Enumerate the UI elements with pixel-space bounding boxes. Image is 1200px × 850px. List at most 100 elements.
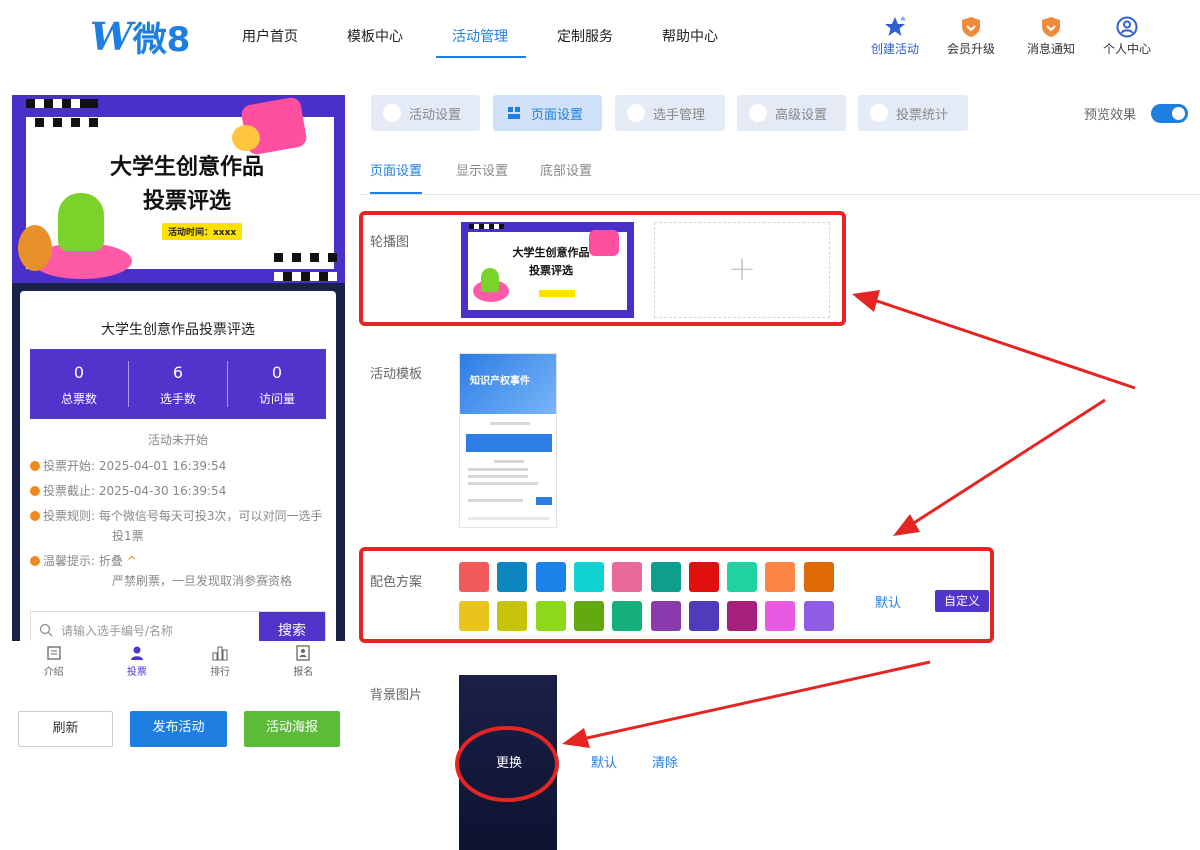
chevron-up-icon[interactable]: ^ xyxy=(123,554,137,568)
subtab-active-indicator xyxy=(370,192,422,194)
template-thumbnail[interactable]: 知识产权事件 xyxy=(459,353,557,528)
checker-decoration xyxy=(26,99,106,127)
profile-button[interactable]: 个人中心 xyxy=(1087,16,1167,57)
layout-icon xyxy=(505,104,523,122)
member-upgrade-button[interactable]: 会员升级 xyxy=(931,16,1011,57)
stat-contestants: 6 选手数 xyxy=(128,361,227,407)
nav-home[interactable]: 用户首页 xyxy=(242,26,298,46)
background-default-link[interactable]: 默认 xyxy=(591,752,617,771)
tab-vote[interactable]: 投票 xyxy=(95,641,178,687)
preview-banner: 大学生创意作品 投票评选 活动时间：xxxx xyxy=(12,95,345,283)
arrow-line xyxy=(905,398,1106,530)
banner-title: 大学生创意作品 投票评选 xyxy=(109,155,264,214)
template-thumb-title: 知识产权事件 xyxy=(470,376,530,387)
info-dot-icon xyxy=(30,461,40,471)
hand-illustration xyxy=(232,125,260,151)
create-activity-button[interactable]: 创建活动 xyxy=(855,16,935,57)
color-swatch[interactable] xyxy=(573,601,604,631)
preview-toggle[interactable] xyxy=(1151,104,1188,123)
color-swatch[interactable] xyxy=(727,562,758,592)
nav-help[interactable]: 帮助中心 xyxy=(662,26,718,46)
nav-activity-management[interactable]: 活动管理 xyxy=(452,26,508,46)
color-swatch[interactable] xyxy=(803,562,834,592)
tab-vote-statistics[interactable]: 投票统计 xyxy=(858,95,968,131)
tab-contestant-management[interactable]: 选手管理 xyxy=(615,95,725,131)
bell-icon xyxy=(1042,17,1060,37)
contestant-search: 请输入选手编号/名称 搜索 xyxy=(30,611,326,641)
color-swatch[interactable] xyxy=(459,562,489,592)
banner-time: 活动时间：xxxx xyxy=(162,223,243,240)
tab-page-settings[interactable]: 页面设置 xyxy=(493,95,602,131)
vote-start-row: 投票开始: 2025-04-01 16:39:54 xyxy=(30,456,226,476)
background-change-button[interactable]: 更换 xyxy=(496,752,522,771)
color-swatch[interactable] xyxy=(765,562,796,592)
carousel-label: 轮播图 xyxy=(370,235,410,250)
subtab-display-settings[interactable]: 显示设置 xyxy=(456,160,508,179)
template-label: 活动模板 xyxy=(370,367,423,382)
color-swatch[interactable] xyxy=(459,601,489,631)
color-swatch[interactable] xyxy=(535,562,566,592)
tab-ranking[interactable]: 排行 xyxy=(179,641,262,687)
brand-logo[interactable]: W 微8 xyxy=(90,14,190,60)
color-swatch[interactable] xyxy=(535,601,566,631)
publish-activity-button[interactable]: 发布活动 xyxy=(130,711,227,747)
user-icon xyxy=(1116,16,1138,38)
vote-rule-row: 投票规则: 每个微信号每天可投3次，可以对同一选手 投1票 xyxy=(30,506,330,546)
tab-advanced-settings[interactable]: 高级设置 xyxy=(737,95,846,131)
color-swatch[interactable] xyxy=(612,601,643,631)
subtab-page-settings[interactable]: 页面设置 xyxy=(370,160,422,179)
event-info-card: 大学生创意作品投票评选 0 总票数 6 选手数 0 访问量 活动未开始 投票开始… xyxy=(20,291,336,641)
profile-label: 个人中心 xyxy=(1102,42,1151,56)
subtab-divider xyxy=(360,194,1200,195)
search-input[interactable]: 请输入选手编号/名称 xyxy=(31,612,259,641)
arrow-line xyxy=(855,294,1136,390)
background-clear-link[interactable]: 清除 xyxy=(652,752,678,771)
activity-poster-button[interactable]: 活动海报 xyxy=(244,711,340,747)
color-default-link[interactable]: 默认 xyxy=(875,592,901,611)
color-swatch[interactable] xyxy=(497,601,528,631)
color-swatch[interactable] xyxy=(803,601,834,631)
tip-row: 温馨提示: 折叠 ^ 严禁刷票，一旦发现取消参赛资格 xyxy=(30,551,330,591)
color-swatch[interactable] xyxy=(765,601,796,631)
info-dot-icon xyxy=(30,486,40,496)
nav-active-indicator xyxy=(436,56,526,58)
event-stats: 0 总票数 6 选手数 0 访问量 xyxy=(30,349,326,419)
search-button[interactable]: 搜索 xyxy=(259,612,325,641)
color-swatch[interactable] xyxy=(612,562,643,592)
color-swatch[interactable] xyxy=(497,562,528,592)
statistics-icon xyxy=(870,104,888,122)
settings-icon xyxy=(383,104,401,122)
color-swatch[interactable] xyxy=(727,601,758,631)
color-swatch[interactable] xyxy=(650,562,681,592)
info-dot-icon xyxy=(30,556,40,566)
tab-signup[interactable]: 报名 xyxy=(262,641,345,687)
color-swatch[interactable] xyxy=(573,562,604,592)
color-swatch[interactable] xyxy=(688,601,719,631)
notifications-button[interactable]: 消息通知 xyxy=(1011,16,1091,57)
refresh-button[interactable]: 刷新 xyxy=(18,711,113,747)
background-image-label: 背景图片 xyxy=(370,688,423,703)
tab-intro[interactable]: 介绍 xyxy=(12,641,95,687)
checker-decoration xyxy=(274,253,344,281)
top-navbar: W 微8 用户首页 模板中心 活动管理 定制服务 帮助中心 创建活动 会员升级 … xyxy=(0,0,1200,72)
nav-templates[interactable]: 模板中心 xyxy=(347,26,403,46)
member-upgrade-label: 会员升级 xyxy=(946,42,995,56)
stat-visits: 0 访问量 xyxy=(227,361,326,407)
info-dot-icon xyxy=(30,511,40,521)
color-swatch[interactable] xyxy=(650,601,681,631)
shield-icon xyxy=(962,17,980,37)
subtab-footer-settings[interactable]: 底部设置 xyxy=(540,160,592,179)
contestant-icon xyxy=(627,104,645,122)
ranking-icon xyxy=(212,646,228,661)
star-icon xyxy=(885,16,906,36)
nav-custom-service[interactable]: 定制服务 xyxy=(557,26,613,46)
carousel-image[interactable]: 大学生创意作品 投票评选 xyxy=(461,222,634,318)
arrow-head xyxy=(893,514,920,536)
carousel-upload-button[interactable]: + xyxy=(654,222,830,318)
cactus-illustration xyxy=(58,193,104,251)
advanced-icon xyxy=(749,104,767,122)
color-custom-button[interactable]: 自定义 xyxy=(935,590,989,612)
event-title: 大学生创意作品投票评选 xyxy=(101,322,255,338)
color-swatch[interactable] xyxy=(688,562,719,592)
tab-activity-settings[interactable]: 活动设置 xyxy=(371,95,480,131)
